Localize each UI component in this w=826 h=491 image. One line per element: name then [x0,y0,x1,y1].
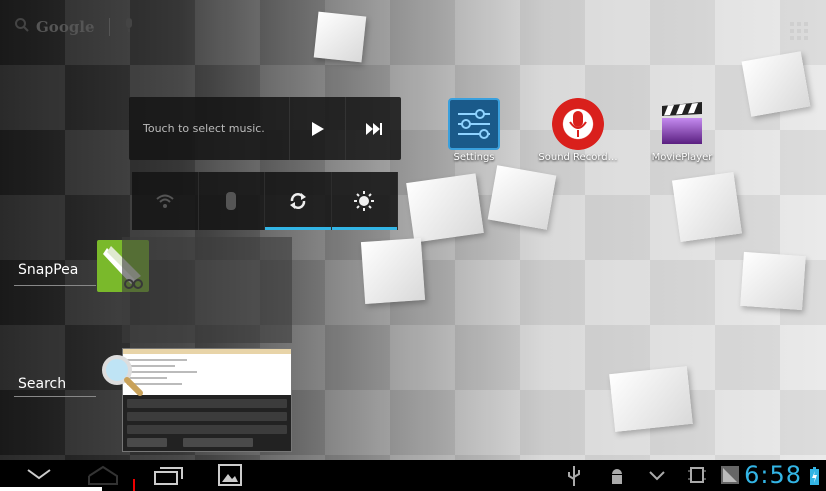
wallpaper-cube [487,165,557,230]
divider [14,396,96,397]
all-apps-icon[interactable] [790,22,808,44]
bluetooth-toggle[interactable] [199,172,265,230]
system-bar: 6:58 [0,460,826,491]
widget-preview-panel [122,237,292,343]
power-control-widget [132,172,398,230]
google-search-bar[interactable]: Google [14,17,134,37]
app-label: MoviePlayer [651,152,713,163]
sync-icon [289,193,306,209]
skip-next-icon [365,122,382,135]
wifi-toggle[interactable] [132,172,199,230]
thumbnail-keyboard [123,395,291,451]
magnifier-icon [100,353,144,397]
app-movieplayer[interactable]: MoviePlayer [640,98,724,163]
app-sound-recorder[interactable]: Sound Record… [536,98,620,163]
play-button[interactable] [289,97,345,160]
music-widget[interactable]: Touch to select music. [129,97,401,160]
signal-icon [721,466,739,488]
cpu-icon [688,465,706,489]
settings-sliders-icon [448,98,500,150]
app-label: Settings [453,152,495,163]
snappea-label[interactable]: SnapPea [18,262,78,278]
search-label[interactable]: Search [18,376,66,392]
wallpaper-cube [360,237,426,305]
search-divider [108,18,110,36]
divider [14,285,96,286]
notification-chevron-icon[interactable] [648,468,666,487]
wallpaper-cube [609,366,693,432]
search-icon [14,17,30,37]
brightness-icon [354,191,375,211]
image-icon [218,464,242,486]
clapperboard-icon [656,98,708,150]
app-label: Sound Record… [538,152,618,163]
back-button[interactable] [26,464,52,488]
play-icon [311,121,324,136]
sync-toggle[interactable] [265,172,332,230]
usb-icon [567,466,581,490]
wallpaper-cube [671,171,743,243]
wallpaper-cube [740,251,806,311]
music-widget-label[interactable]: Touch to select music. [143,122,265,135]
thumbnail-header [123,349,291,354]
brightness-toggle[interactable] [331,172,398,230]
recent-apps-icon [154,467,183,485]
wallpaper-cube [313,11,367,63]
back-chevron-icon [27,469,51,480]
voice-search-icon[interactable] [124,17,134,37]
screenshot-button[interactable] [218,464,242,490]
bluetooth-icon [226,192,237,210]
search-app-thumbnail[interactable] [122,348,292,452]
clock[interactable]: 6:58 [744,461,802,489]
focus-underline [0,487,102,491]
battery-icon [810,467,819,489]
recent-apps-button[interactable] [152,464,186,490]
wallpaper-cube [406,173,484,243]
next-track-button[interactable] [345,97,401,160]
microphone-icon [552,98,604,150]
wallpaper-cube [741,51,811,117]
google-logo: Google [36,18,95,36]
touch-indicator [133,479,135,491]
wifi-icon [156,194,174,208]
app-settings[interactable]: Settings [432,98,516,163]
android-debug-icon [609,466,625,490]
home-icon [88,465,118,485]
